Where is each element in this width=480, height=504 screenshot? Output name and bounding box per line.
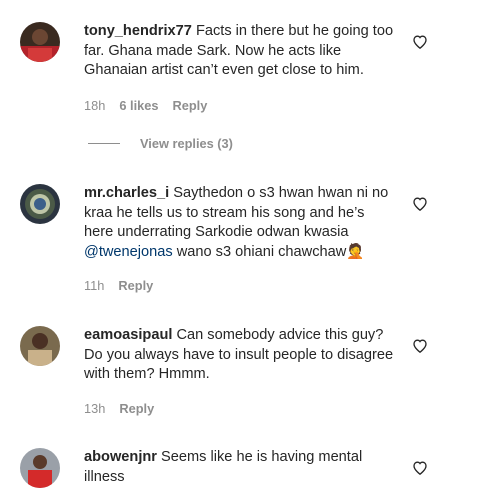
comment-text: mr.charles_i Saythedon o s3 hwan hwan ni…: [84, 184, 394, 262]
comment-meta: 11h Reply: [84, 278, 153, 293]
avatar[interactable]: [20, 22, 60, 62]
view-replies-button[interactable]: View replies (3): [88, 136, 233, 151]
reply-button[interactable]: Reply: [173, 98, 208, 113]
reply-button[interactable]: Reply: [119, 401, 154, 416]
username[interactable]: mr.charles_i: [84, 185, 169, 201]
timestamp: 18h: [84, 98, 106, 113]
comment-meta: 13h Reply: [84, 401, 154, 416]
comment-text: abowenjnr Seems like he is having mental…: [84, 448, 394, 487]
comment-text: tony_hendrix77 Facts in there but he goi…: [84, 22, 394, 81]
heart-icon[interactable]: [410, 457, 430, 477]
comment-body-tail: wano s3 ohiani chawchaw🤦: [172, 243, 365, 260]
username[interactable]: tony_hendrix77: [84, 23, 192, 39]
timestamp: 11h: [84, 278, 105, 293]
username[interactable]: eamoasipaul: [84, 327, 172, 343]
timestamp: 13h: [84, 401, 106, 416]
avatar[interactable]: [20, 448, 60, 488]
avatar[interactable]: [20, 184, 60, 224]
username[interactable]: abowenjnr: [84, 449, 157, 465]
mention-link[interactable]: @twenejonas: [84, 244, 173, 260]
heart-icon[interactable]: [410, 193, 430, 213]
heart-icon[interactable]: [410, 31, 430, 51]
avatar[interactable]: [20, 326, 60, 366]
divider-line: [88, 143, 120, 144]
likes-count[interactable]: 6 likes: [119, 98, 158, 113]
comment-text: eamoasipaul Can somebody advice this guy…: [84, 326, 394, 385]
comment-meta: 18h 6 likes Reply: [84, 98, 207, 113]
view-replies-label: View replies (3): [140, 136, 233, 151]
heart-icon[interactable]: [410, 335, 430, 355]
reply-button[interactable]: Reply: [118, 278, 153, 293]
